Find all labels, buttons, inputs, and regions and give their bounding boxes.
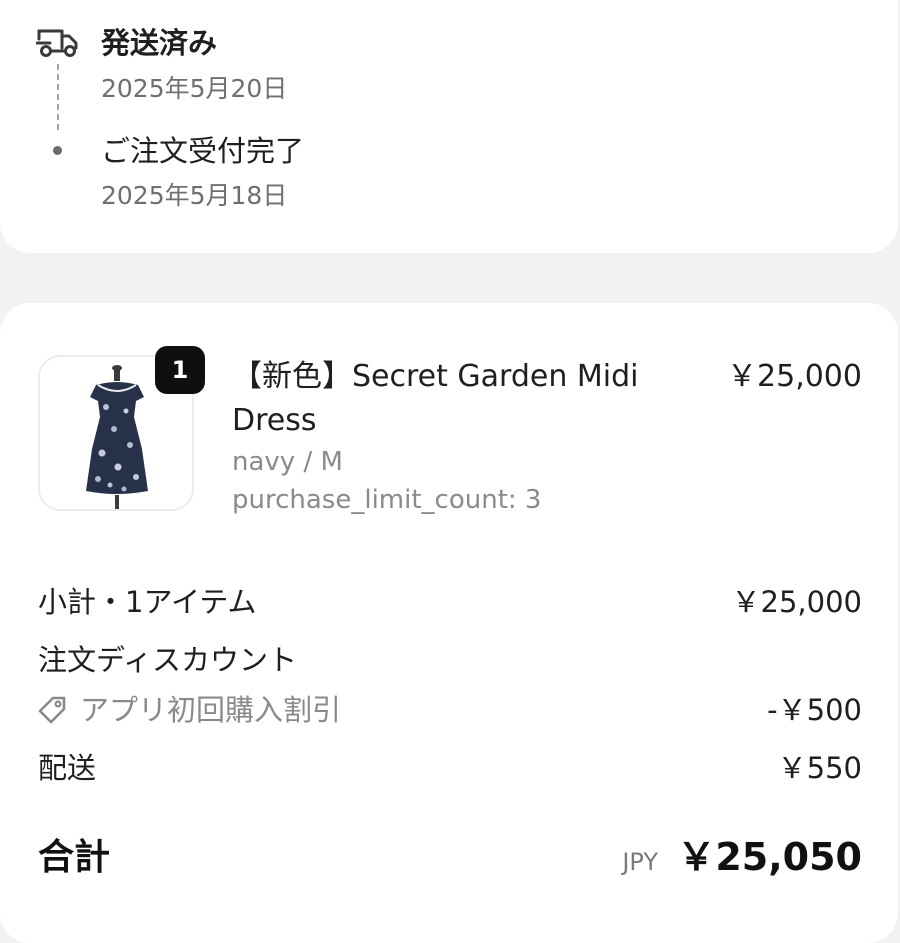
discount-name: アプリ初回購入割引 [80, 693, 342, 727]
discount-heading: 注文ディスカウント [38, 643, 297, 677]
timeline-dot-icon [53, 146, 62, 155]
total-label: 合計 [38, 837, 111, 878]
timeline-event-title: 発送済み [101, 26, 218, 60]
timeline-event-date: 2025年5月18日 [101, 181, 288, 210]
subtotal-value: ￥25,000 [731, 585, 862, 619]
product-price: ￥25,000 [727, 359, 862, 394]
timeline-event-title: ご注文受付完了 [101, 134, 305, 168]
discount-value: -￥500 [767, 693, 862, 727]
shipping-label: 配送 [38, 751, 97, 785]
tag-icon [36, 694, 68, 726]
product-variant: navy / M [232, 447, 343, 477]
total-currency: JPY [622, 848, 658, 876]
timeline-connector [57, 64, 59, 130]
product-purchase-limit: purchase_limit_count: 3 [232, 485, 542, 515]
quantity-badge: 1 [155, 346, 205, 394]
timeline-event-date: 2025年5月20日 [101, 74, 288, 103]
shipping-value: ￥550 [777, 751, 862, 785]
subtotal-label: 小計・1アイテム [38, 585, 257, 619]
product-name[interactable]: 【新色】Secret Garden Midi Dress [232, 355, 682, 443]
truck-icon [35, 27, 80, 59]
total-value: ￥25,050 [677, 835, 862, 879]
